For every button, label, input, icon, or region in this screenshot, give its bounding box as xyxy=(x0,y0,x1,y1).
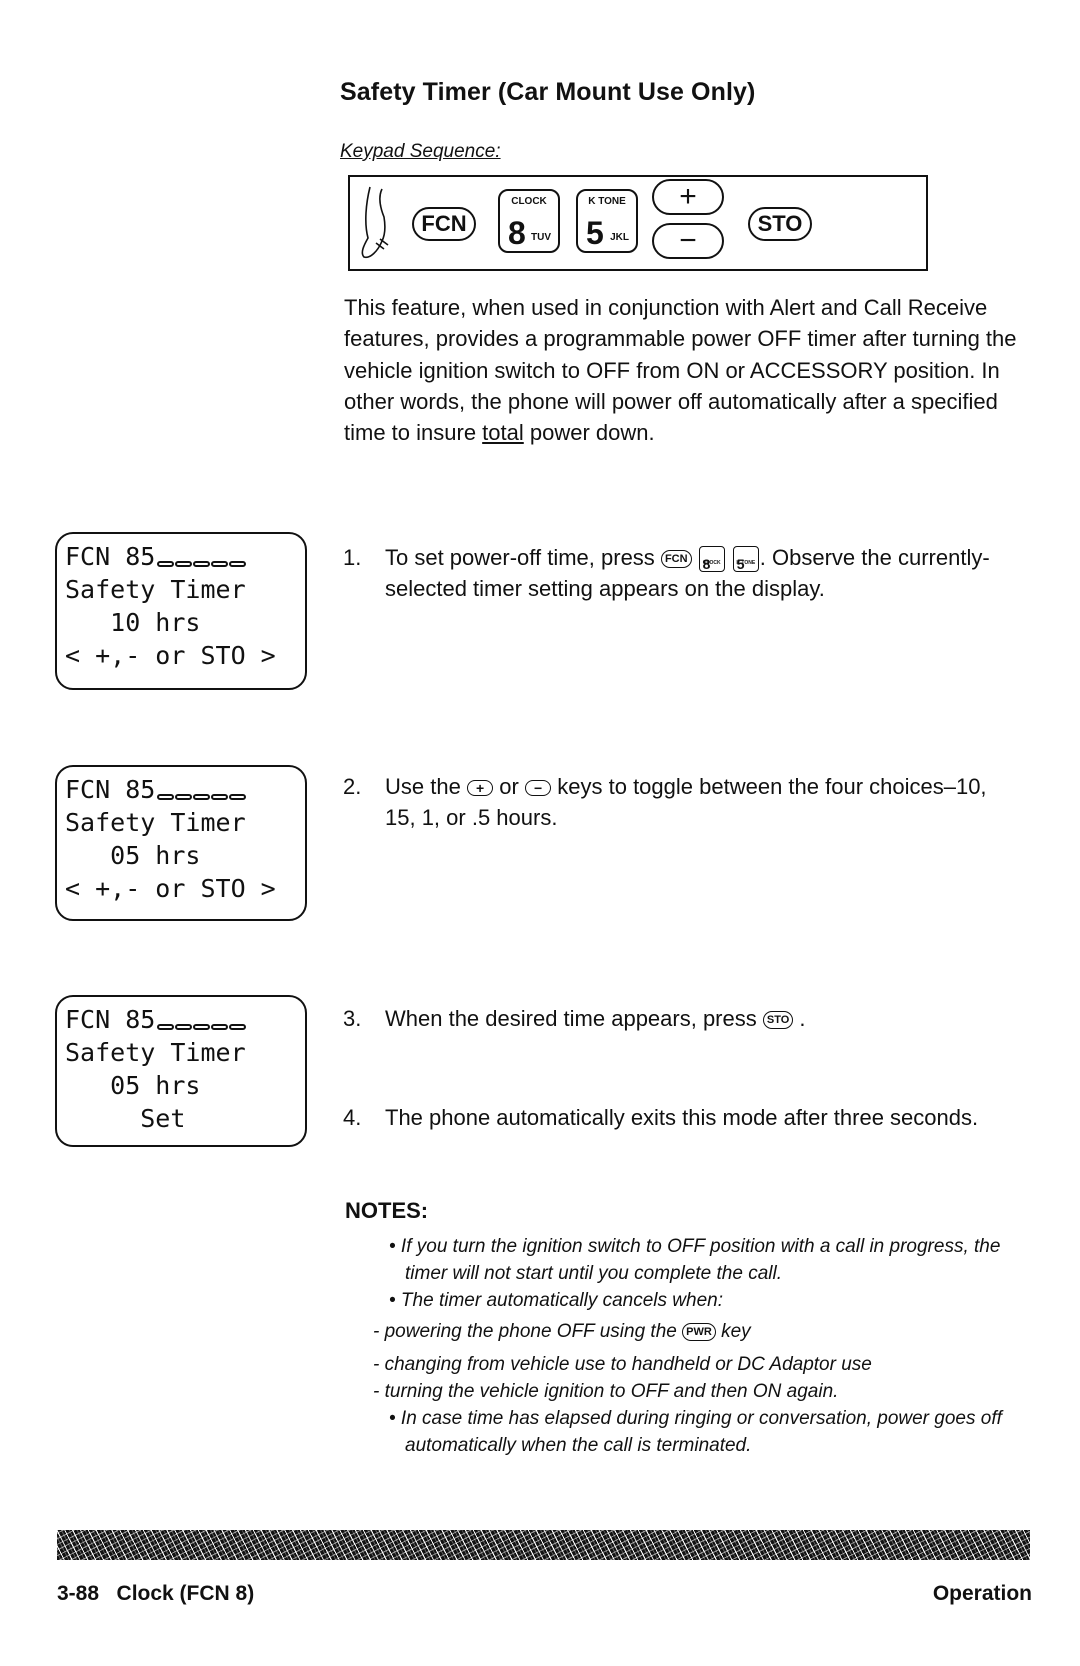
ktone-key-top-label: K TONE xyxy=(588,196,626,207)
lcd-line-2: Safety Timer xyxy=(65,1038,246,1067)
lcd-line-4: < +,- or STO > xyxy=(65,874,276,903)
lcd-line-2: Safety Timer xyxy=(65,575,246,604)
fcn-key: FCN xyxy=(412,207,476,241)
plus-key-icon: + xyxy=(466,780,494,797)
footer-chapter: Operation xyxy=(932,1582,1032,1605)
step-text: To set power-off time, press xyxy=(385,545,655,570)
lcd-line-3: 10 hrs xyxy=(65,608,201,637)
step-number: 3. xyxy=(343,1006,362,1031)
sto-key-icon: STO xyxy=(762,1011,794,1030)
lcd-line-2: Safety Timer xyxy=(65,808,246,837)
lcd-display-1: FCN 85 Safety Timer 10 hrs < +,- or STO … xyxy=(55,532,307,690)
lcd-line-4: Set xyxy=(65,1104,186,1133)
decorative-footer-bar xyxy=(57,1530,1030,1560)
sto-key: STO xyxy=(748,207,812,241)
keypad-sequence-label: Keypad Sequence: xyxy=(340,141,501,162)
lcd-line-1: FCN 85 xyxy=(65,542,156,571)
intro-underlined-word: total xyxy=(482,420,524,446)
step-text-or: or xyxy=(499,774,519,799)
step-3: 3. When the desired time appears, press … xyxy=(343,1003,1023,1034)
footer-page-section: 3-88 Clock (FCN 8) xyxy=(57,1582,255,1605)
step-2: 2. Use the + or − keys to toggle between… xyxy=(343,771,1023,833)
signal-bars-icon xyxy=(157,775,247,808)
lcd-line-1: FCN 85 xyxy=(65,1005,156,1034)
lcd-line-3: 05 hrs xyxy=(65,1071,201,1100)
step-text: The phone automatically exits this mode … xyxy=(385,1105,979,1130)
step-text: When the desired time appears, press xyxy=(385,1006,757,1031)
ktone-key-letters: JKL xyxy=(610,232,629,243)
lcd-line-4: < +,- or STO > xyxy=(65,641,276,670)
pwr-key-icon: PWR xyxy=(682,1322,716,1341)
note-item: • The timer automatically cancels when: xyxy=(389,1290,724,1311)
clock-key-letters: TUV xyxy=(531,232,551,243)
finger-press-icon xyxy=(361,186,389,259)
signal-bars-icon xyxy=(157,1005,247,1038)
clock-key-top-label: CLOCK xyxy=(511,196,547,207)
clock-8-key-icon: CLOCK 8 xyxy=(698,546,725,573)
section-heading: Safety Timer (Car Mount Use Only) xyxy=(340,78,756,106)
keypad-sequence-box: FCN CLOCK 8 TUV K TONE 5 JKL + − STO xyxy=(348,175,928,271)
notes-list: • If you turn the ignition switch to OFF… xyxy=(373,1233,1023,1459)
plus-key: + xyxy=(652,179,724,215)
note-item: • If you turn the ignition switch to OFF… xyxy=(389,1236,1001,1284)
clock-8-key: CLOCK 8 TUV xyxy=(498,189,560,253)
step-number: 4. xyxy=(343,1105,362,1130)
step-1: 1. To set power-off time, press FCN CLOC… xyxy=(343,542,1023,604)
ktone-5-key: K TONE 5 JKL xyxy=(576,189,638,253)
step-text: Use the xyxy=(385,774,461,799)
clock-key-number: 8 xyxy=(508,215,526,251)
lcd-display-2: FCN 85 Safety Timer 05 hrs < +,- or STO … xyxy=(55,765,307,921)
minus-key-icon: − xyxy=(524,780,552,797)
ktone-5-key-icon: K TONE 5 xyxy=(732,546,759,573)
notes-heading: NOTES: xyxy=(345,1198,429,1223)
note-item: • In case time has elapsed during ringin… xyxy=(389,1408,1002,1456)
fcn-key-icon: FCN xyxy=(660,550,692,569)
note-subitem: - turning the vehicle ignition to OFF an… xyxy=(373,1381,839,1402)
signal-bars-icon xyxy=(157,542,247,575)
step-number: 2. xyxy=(343,774,362,799)
lcd-line-1: FCN 85 xyxy=(65,775,156,804)
lcd-display-3: FCN 85 Safety Timer 05 hrs Set xyxy=(55,995,307,1147)
lcd-line-3: 05 hrs xyxy=(65,841,201,870)
note-subitem: - changing from vehicle use to handheld … xyxy=(373,1354,872,1375)
intro-text: This feature, when used in conjunction w… xyxy=(344,295,1017,446)
note-subitem: - powering the phone OFF using the PWR k… xyxy=(373,1321,751,1342)
intro-text-end: power down. xyxy=(523,420,655,446)
step-4: 4. The phone automatically exits this mo… xyxy=(343,1102,983,1133)
step-text-end: . xyxy=(799,1006,806,1031)
ktone-key-number: 5 xyxy=(586,215,604,251)
step-number: 1. xyxy=(343,545,362,570)
minus-key: − xyxy=(652,223,724,259)
intro-paragraph: This feature, when used in conjunction w… xyxy=(344,292,1024,448)
